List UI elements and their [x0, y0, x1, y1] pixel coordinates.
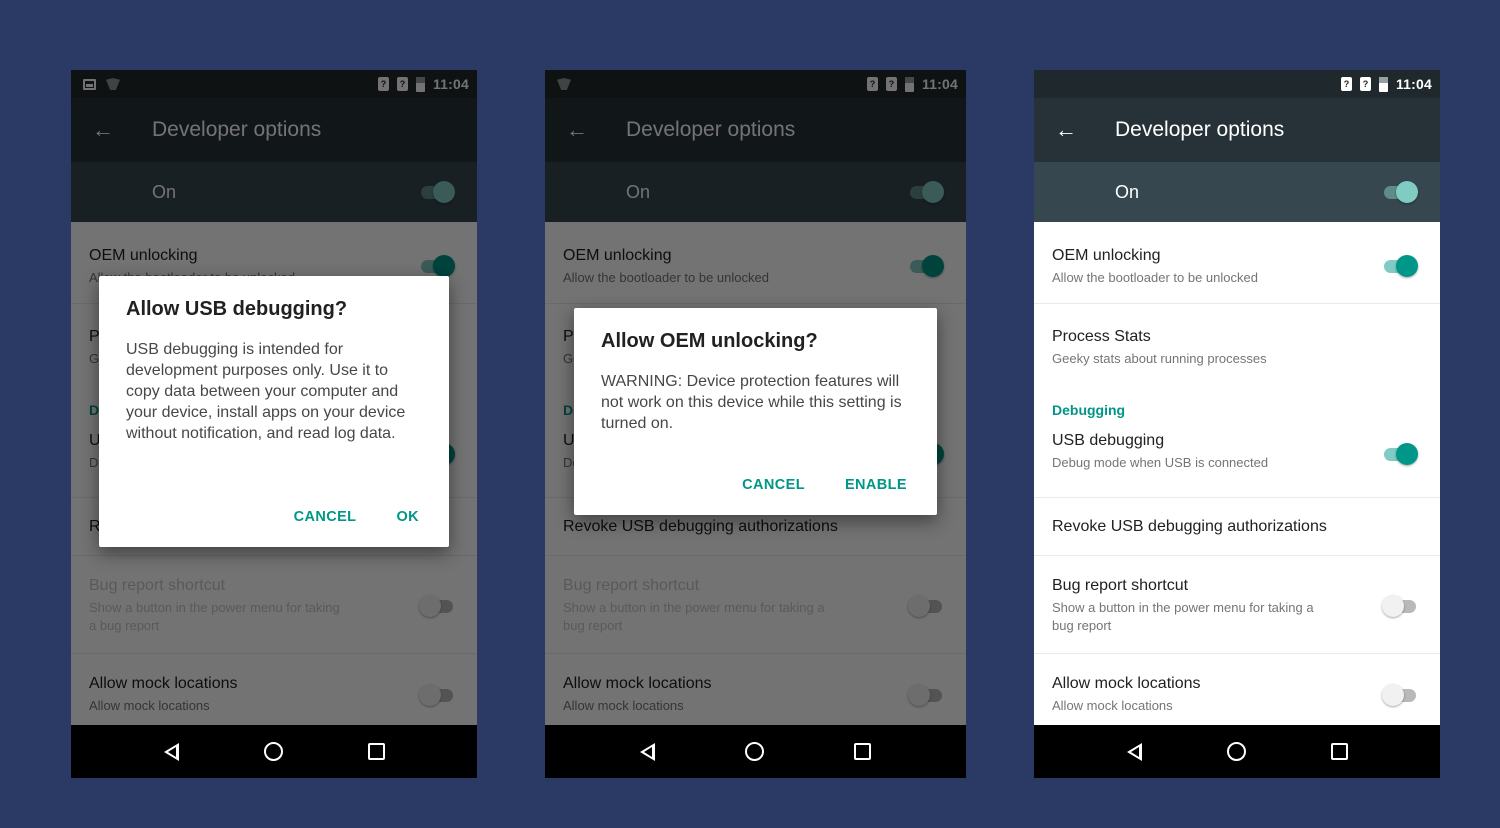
oem-unlocking-dialog: Allow OEM unlocking? WARNING: Device pro…	[574, 308, 937, 515]
setting-bug-report-shortcut[interactable]: Bug report shortcut Show a button in the…	[1034, 556, 1440, 654]
master-switch-label: On	[1115, 181, 1140, 202]
bug-report-switch[interactable]	[1382, 595, 1418, 617]
dialog-message: WARNING: Device protection features will…	[601, 373, 902, 432]
dialog-actions: CANCEL ENABLE	[712, 455, 937, 515]
usb-debugging-switch[interactable]	[1382, 443, 1418, 465]
nav-recents-icon[interactable]	[854, 743, 871, 760]
navigation-bar	[71, 725, 477, 778]
page-title: Developer options	[1115, 118, 1285, 141]
setting-title: Bug report shortcut	[1052, 577, 1189, 594]
master-switch-bar[interactable]: On	[1034, 162, 1440, 222]
dialog-message: USB debugging is intended for developmen…	[126, 341, 406, 442]
sim-card-1-icon: ?	[1340, 77, 1352, 91]
nav-home-icon[interactable]	[1226, 742, 1246, 761]
setting-title: Process Stats	[1052, 328, 1151, 345]
oem-unlocking-switch[interactable]	[1382, 255, 1418, 277]
master-switch[interactable]	[1382, 181, 1418, 203]
navigation-bar	[1034, 725, 1440, 778]
status-bar: ? ? 11:04	[1034, 70, 1440, 98]
dialog-title: Allow OEM unlocking?	[601, 330, 818, 352]
app-bar: ← Developer options	[1034, 98, 1440, 162]
setting-revoke-usb-authorizations[interactable]: Revoke USB debugging authorizations	[1034, 498, 1440, 556]
arrow-back-icon[interactable]: ←	[1034, 117, 1098, 143]
phone-screen-developer-options: ? ? 11:04 ← Developer options On OEM unl…	[1034, 70, 1440, 778]
nav-back-icon[interactable]	[163, 742, 179, 761]
ok-button[interactable]: OK	[386, 501, 429, 533]
setting-allow-mock-locations[interactable]: Allow mock locations Allow mock location…	[1034, 654, 1440, 714]
nav-back-icon[interactable]	[1126, 742, 1142, 761]
setting-usb-debugging[interactable]: USB debugging Debug mode when USB is con…	[1034, 424, 1440, 498]
navigation-bar	[545, 725, 966, 778]
battery-icon	[1378, 76, 1388, 92]
dialog-actions: CANCEL OK	[264, 487, 449, 547]
settings-list: OEM unlocking Allow the bootloader to be…	[1034, 222, 1440, 725]
clock: 11:04	[1395, 76, 1432, 92]
nav-home-icon[interactable]	[263, 742, 283, 761]
mock-locations-switch[interactable]	[1382, 684, 1418, 706]
sim-card-2-icon: ?	[1359, 77, 1371, 91]
dialog-title: Allow USB debugging?	[126, 298, 348, 320]
phone-screen-usb-debugging-dialog: ? ? 11:04 ← Developer options On OEM unl…	[71, 70, 477, 778]
usb-debugging-dialog: Allow USB debugging? USB debugging is in…	[99, 276, 449, 547]
nav-back-icon[interactable]	[640, 742, 655, 761]
setting-oem-unlocking[interactable]: OEM unlocking Allow the bootloader to be…	[1034, 222, 1440, 304]
enable-button[interactable]: ENABLE	[835, 469, 917, 501]
cancel-button[interactable]: CANCEL	[732, 469, 815, 501]
phone-screen-oem-unlocking-dialog: ? ? 11:04 ← Developer options On OEM unl…	[545, 70, 966, 778]
setting-process-stats[interactable]: Process Stats Geeky stats about running …	[1034, 304, 1440, 384]
nav-home-icon[interactable]	[745, 742, 764, 761]
setting-subtitle: Geeky stats about running processes	[1052, 351, 1267, 366]
setting-title: Revoke USB debugging authorizations	[1052, 518, 1327, 535]
category-debugging: Debugging	[1052, 402, 1126, 418]
setting-subtitle: Show a button in the power menu for taki…	[1052, 600, 1314, 633]
cancel-button[interactable]: CANCEL	[284, 501, 367, 533]
nav-recents-icon[interactable]	[1330, 743, 1348, 760]
nav-recents-icon[interactable]	[367, 743, 385, 760]
